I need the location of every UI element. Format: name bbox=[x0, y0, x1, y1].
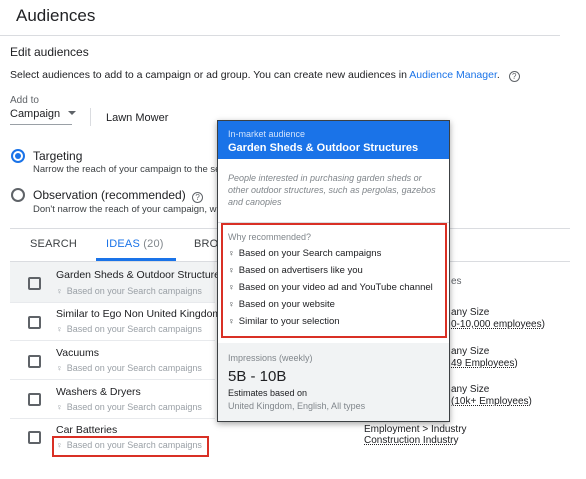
idea-source: ♀ Based on your Search campaigns bbox=[56, 402, 202, 412]
audience-manager-link[interactable]: Audience Manager bbox=[409, 69, 497, 81]
idea-checkbox[interactable] bbox=[28, 393, 41, 406]
impressions-value: 5B - 10B bbox=[228, 368, 287, 385]
idea-name[interactable]: Vacuums bbox=[56, 347, 99, 359]
targeting-radio[interactable] bbox=[11, 149, 25, 163]
right-col-line1: any Size bbox=[451, 346, 490, 357]
right-col-line2: Construction Industry bbox=[364, 435, 459, 446]
add-to-selected: Campaign bbox=[10, 108, 61, 120]
idea-name[interactable]: Garden Sheds & Outdoor Structures bbox=[56, 269, 225, 281]
question-circle-icon[interactable]: ? bbox=[508, 71, 520, 82]
page-title: Audiences bbox=[16, 6, 96, 25]
instructions-text: Select audiences to add to a campaign or… bbox=[10, 69, 520, 82]
popup-title: Garden Sheds & Outdoor Structures bbox=[228, 142, 419, 154]
idea-name[interactable]: Car Batteries bbox=[56, 424, 117, 436]
idea-checkbox[interactable] bbox=[28, 355, 41, 368]
right-col-line1: any Size bbox=[451, 384, 490, 395]
audience-detail-popup: In-market audience Garden Sheds & Outdoo… bbox=[217, 120, 450, 422]
tab-search[interactable]: SEARCH bbox=[30, 238, 77, 250]
campaign-name: Lawn Mower bbox=[106, 112, 169, 124]
estimates-label: Estimates based on bbox=[228, 388, 308, 398]
dropdown-underline bbox=[10, 124, 72, 125]
caret-down-icon bbox=[68, 111, 77, 115]
highlight-box-source bbox=[52, 436, 209, 457]
row-divider bbox=[10, 379, 215, 380]
lightbulb-icon: ♀ bbox=[56, 402, 63, 412]
idea-source-text: Based on your Search campaigns bbox=[66, 363, 202, 373]
lightbulb-icon: ♀ bbox=[56, 286, 63, 296]
vertical-divider bbox=[90, 108, 91, 126]
lightbulb-icon: ♀ bbox=[56, 324, 63, 334]
tab-browse[interactable]: BRO bbox=[194, 238, 218, 250]
tab-search-label: SEARCH bbox=[30, 238, 78, 250]
add-to-dropdown[interactable]: Campaign bbox=[10, 108, 77, 120]
tab-ideas-label: IDEAS bbox=[106, 238, 141, 250]
right-col-line2: (10k+ Employees) bbox=[451, 396, 532, 407]
right-col-line1: Employment > Industry bbox=[364, 424, 467, 435]
idea-source-text: Based on your Search campaigns bbox=[66, 286, 202, 296]
idea-source-text: Based on your Search campaigns bbox=[66, 402, 202, 412]
impressions-label: Impressions (weekly) bbox=[228, 353, 313, 363]
popup-description: People interested in purchasing garden s… bbox=[228, 173, 436, 207]
instructions-suffix: . bbox=[496, 69, 500, 81]
observation-label: Observation (recommended) bbox=[33, 188, 186, 202]
idea-source: ♀ Based on your Search campaigns bbox=[56, 363, 202, 373]
lightbulb-icon: ♀ bbox=[56, 363, 63, 373]
tab-ideas-count: (20) bbox=[143, 238, 164, 250]
idea-name[interactable]: Similar to Ego Non United Kingdom T bbox=[56, 308, 230, 320]
idea-checkbox[interactable] bbox=[28, 277, 41, 290]
idea-checkbox[interactable] bbox=[28, 316, 41, 329]
edit-audiences-heading: Edit audiences bbox=[10, 45, 89, 59]
highlight-box-reasons bbox=[221, 223, 447, 338]
observation-title: Observation (recommended) ? bbox=[33, 188, 204, 203]
row-divider bbox=[10, 340, 215, 341]
targeting-title: Targeting bbox=[33, 149, 83, 163]
header-divider bbox=[0, 35, 560, 36]
estimates-scope: United Kingdom, English, All types bbox=[228, 401, 366, 411]
row-divider bbox=[10, 418, 215, 419]
right-col-header: es bbox=[451, 276, 462, 287]
targeting-description: Narrow the reach of your campaign to the… bbox=[33, 164, 228, 175]
idea-name[interactable]: Washers & Dryers bbox=[56, 386, 141, 398]
row-divider bbox=[10, 302, 215, 303]
idea-checkbox[interactable] bbox=[28, 431, 41, 444]
right-col-line1: any Size bbox=[451, 307, 490, 318]
instructions-prefix: Select audiences to add to a campaign or… bbox=[10, 69, 410, 81]
idea-source: ♀ Based on your Search campaigns bbox=[56, 324, 202, 334]
observation-radio[interactable] bbox=[11, 188, 25, 202]
question-circle-icon[interactable]: ? bbox=[192, 192, 204, 203]
tab-ideas[interactable]: IDEAS (20) bbox=[106, 238, 164, 250]
observation-description: Don't narrow the reach of your campaign,… bbox=[33, 204, 227, 215]
tab-browse-label: BRO bbox=[194, 238, 219, 250]
idea-source-text: Based on your Search campaigns bbox=[66, 324, 202, 334]
right-col-line2: 0-10,000 employees) bbox=[451, 319, 545, 330]
popup-kicker: In-market audience bbox=[228, 129, 306, 139]
add-to-label: Add to bbox=[10, 95, 39, 106]
idea-source: ♀ Based on your Search campaigns bbox=[56, 286, 202, 296]
right-col-line2: 49 Employees) bbox=[451, 358, 518, 369]
